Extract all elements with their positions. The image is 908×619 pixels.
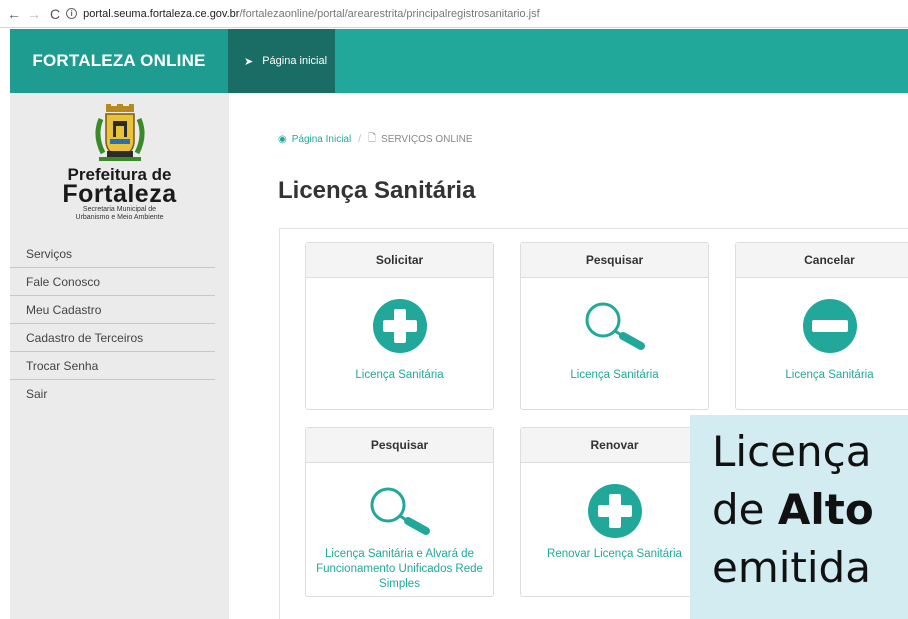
overlay-line-2-pre: de	[712, 485, 778, 534]
overlay-line-3: emitida	[712, 543, 871, 592]
card-link[interactable]: Licença Sanitária e Alvará de Funcioname…	[306, 547, 493, 592]
plus-circle-icon[interactable]	[372, 298, 428, 354]
card-icon-wrap	[306, 483, 493, 539]
minus-circle-icon[interactable]	[802, 298, 858, 354]
top-header: FORTALEZA ONLINE ➤ Página inicial	[10, 29, 908, 93]
url-host: portal.seuma.fortaleza.ce.gov.br	[83, 7, 240, 20]
url-field[interactable]: i portal.seuma.fortaleza.ce.gov.br /fort…	[66, 4, 900, 24]
breadcrumb-separator: /	[358, 134, 361, 145]
sidebar: Prefeitura de Fortaleza Secretaria Munic…	[10, 93, 229, 619]
caption-overlay: Licença de Alto emitida	[690, 415, 908, 619]
overlay-line-2-bold: Alto	[777, 485, 874, 534]
card-icon-wrap	[306, 298, 493, 354]
card-pesquisar-unificado[interactable]: Pesquisar Licença Sanitária e Alvará de …	[305, 427, 494, 597]
overlay-line-1: Licença	[712, 427, 872, 476]
sidebar-item-meu-cadastro[interactable]: Meu Cadastro	[10, 296, 215, 324]
card-link[interactable]: Renovar Licença Sanitária	[521, 547, 708, 562]
magnifier-icon[interactable]	[583, 298, 647, 354]
browser-address-bar: ← → C i portal.seuma.fortaleza.ce.gov.br…	[0, 0, 908, 28]
magnifier-icon[interactable]	[368, 483, 432, 539]
url-path: /fortalezaonline/portal/arearestrita/pri…	[239, 7, 540, 20]
sidebar-item-fale-conosco[interactable]: Fale Conosco	[10, 268, 215, 296]
logo-line-fortaleza: Fortaleza	[62, 180, 177, 208]
card-link[interactable]: Licença Sanitária	[736, 368, 908, 383]
card-cancelar[interactable]: Cancelar Licença Sanitária	[735, 242, 908, 410]
info-icon[interactable]: i	[66, 8, 78, 19]
logo-line-secretaria: Secretaria Municipal de Urbanismo e Meio…	[10, 206, 229, 222]
card-link[interactable]: Licença Sanitária	[306, 368, 493, 383]
nav-tab-home[interactable]: ➤ Página inicial	[228, 29, 335, 93]
card-header: Solicitar	[306, 243, 493, 278]
card-header: Pesquisar	[521, 243, 708, 278]
sidebar-item-sair[interactable]: Sair	[10, 380, 215, 408]
card-header: Cancelar	[736, 243, 908, 278]
card-link[interactable]: Licença Sanitária	[521, 368, 708, 383]
card-icon-wrap	[521, 298, 708, 354]
card-icon-wrap	[521, 483, 708, 539]
breadcrumb-home[interactable]: Página Inicial	[292, 134, 351, 145]
breadcrumb: ◉ Página Inicial / 🗋 SERVIÇOS ONLINE	[278, 131, 473, 148]
overlay-line-2: de Alto	[712, 485, 874, 534]
dashboard-icon: ◉	[278, 134, 287, 145]
brand-title[interactable]: FORTALEZA ONLINE	[10, 29, 228, 93]
sidebar-menu: Serviços Fale Conosco Meu Cadastro Cadas…	[10, 240, 229, 408]
card-renovar[interactable]: Renovar Renovar Licença Sanitária	[520, 427, 709, 597]
nav-tab-home-label: Página inicial	[262, 55, 328, 67]
logo-secretaria-line2: Urbanismo e Meio Ambiente	[75, 214, 164, 221]
logo-secretaria-line1: Secretaria Municipal de	[82, 206, 157, 213]
sidebar-item-cadastro-terceiros[interactable]: Cadastro de Terceiros	[10, 324, 215, 352]
card-header: Pesquisar	[306, 428, 493, 463]
prefeitura-logo[interactable]: Prefeitura de Fortaleza Secretaria Munic…	[10, 93, 229, 233]
plus-circle-icon[interactable]	[587, 483, 643, 539]
sidebar-item-servicos[interactable]: Serviços	[10, 240, 215, 268]
reload-button[interactable]: C	[50, 6, 60, 22]
card-pesquisar[interactable]: Pesquisar Licença Sanitária	[520, 242, 709, 410]
page-title: Licença Sanitária	[278, 177, 476, 204]
location-arrow-icon: ➤	[244, 55, 254, 68]
sidebar-item-trocar-senha[interactable]: Trocar Senha	[10, 352, 215, 380]
forward-button[interactable]: →	[26, 6, 42, 22]
card-header: Renovar	[521, 428, 708, 463]
card-icon-wrap	[736, 298, 908, 354]
document-icon: 🗋	[368, 133, 377, 144]
card-solicitar[interactable]: Solicitar Licença Sanitária	[305, 242, 494, 410]
back-button[interactable]: ←	[6, 6, 22, 22]
coat-of-arms-icon	[95, 104, 145, 161]
breadcrumb-current: SERVIÇOS ONLINE	[381, 134, 473, 145]
page-left-margin	[0, 28, 10, 619]
